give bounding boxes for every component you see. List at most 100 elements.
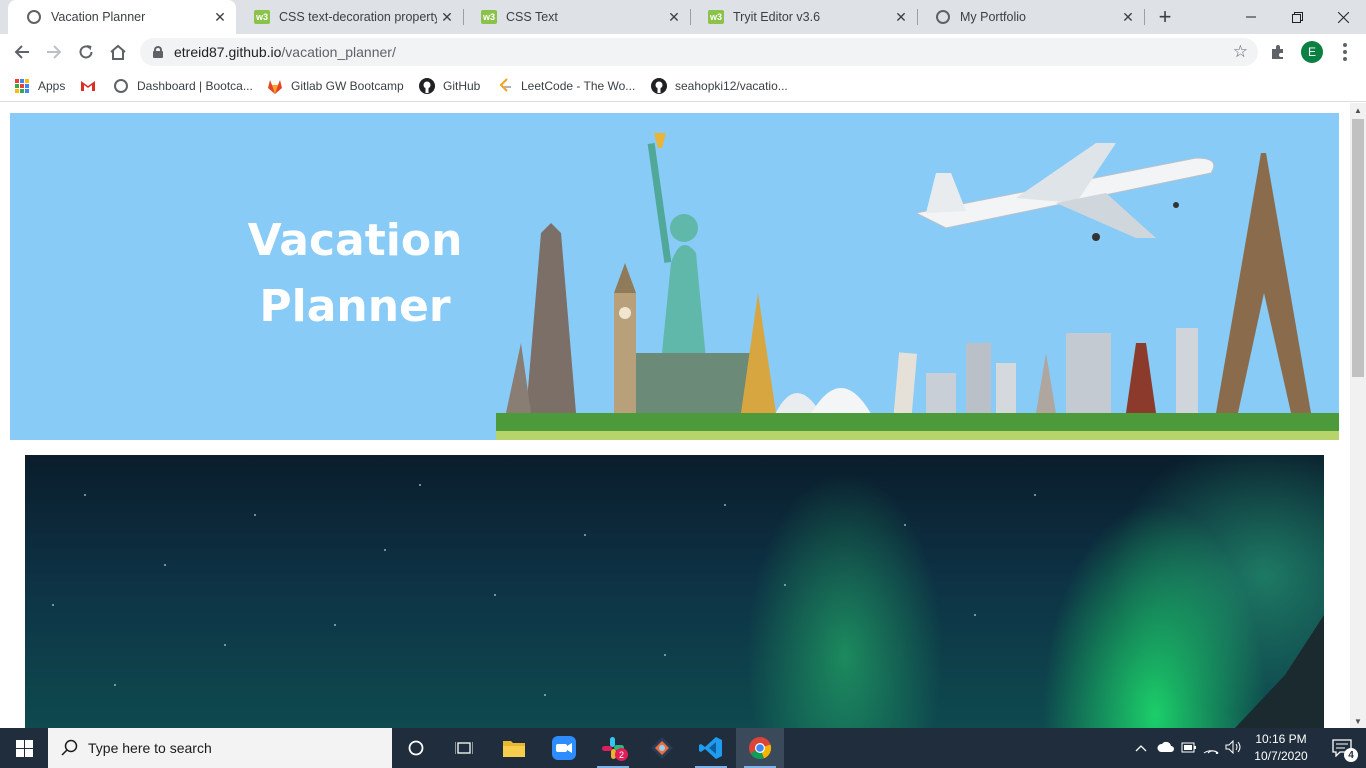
tab-title: My Portfolio: [960, 10, 1026, 24]
w3schools-icon: w3: [254, 10, 270, 24]
git-client-button[interactable]: [638, 728, 686, 768]
system-tray: [1133, 728, 1243, 768]
globe-icon: [113, 78, 129, 94]
gitlab-icon: [267, 78, 283, 94]
clock-date: 10/7/2020: [1254, 749, 1308, 763]
gmail-icon: [80, 78, 96, 94]
tab-my-portfolio[interactable]: My Portfolio ✕: [917, 0, 1144, 34]
slack-badge: 2: [615, 748, 628, 761]
apps-grid-icon: [14, 78, 30, 94]
bookmark-apps[interactable]: Apps: [14, 77, 65, 95]
browser-toolbar: etreid87.github.io/vacation_planner/ ☆ E: [0, 34, 1366, 70]
bookmark-dashboard[interactable]: Dashboard | Bootca...: [113, 77, 253, 95]
vscode-button[interactable]: [687, 728, 735, 768]
close-icon[interactable]: ✕: [664, 7, 684, 27]
bookmark-star-icon[interactable]: ☆: [1233, 42, 1248, 62]
volume-icon[interactable]: [1225, 739, 1243, 757]
scroll-up-icon[interactable]: ▲: [1350, 103, 1366, 117]
scroll-down-icon[interactable]: ▼: [1350, 714, 1366, 728]
restore-icon: [1291, 11, 1303, 23]
tab-vacation-planner[interactable]: Vacation Planner ✕: [8, 0, 236, 34]
w3schools-icon: w3: [708, 10, 724, 24]
close-icon[interactable]: ✕: [891, 7, 911, 27]
task-view-button[interactable]: [440, 728, 488, 768]
slack-button[interactable]: 2: [589, 728, 637, 768]
airplane-icon: [914, 143, 1215, 241]
reload-icon: [79, 45, 93, 59]
wifi-icon[interactable]: [1203, 740, 1219, 757]
taskbar-clock[interactable]: 10:16 PM 10/7/2020: [1248, 731, 1314, 765]
zoom-icon: [552, 736, 576, 760]
windows-taskbar: Type here to search 2 10:16 PM 10/7/2020…: [0, 728, 1366, 768]
minimize-button[interactable]: [1228, 0, 1274, 34]
home-button[interactable]: [104, 38, 132, 66]
tab-title: CSS text-decoration property: [279, 10, 437, 24]
tab-strip: Vacation Planner ✕ w3 CSS text-decoratio…: [0, 0, 1366, 34]
taskbar-search-box[interactable]: Type here to search: [48, 728, 392, 768]
minimize-icon: [1246, 16, 1256, 18]
notification-count-badge: 4: [1344, 748, 1358, 762]
tab-css-text-decoration[interactable]: w3 CSS text-decoration property ✕: [236, 0, 463, 34]
zoom-button[interactable]: [540, 728, 588, 768]
bookmark-leetcode[interactable]: LeetCode - The Wo...: [497, 77, 635, 95]
chrome-button[interactable]: [736, 728, 784, 768]
scrollbar-thumb[interactable]: [1352, 119, 1364, 377]
action-center-button[interactable]: 4: [1318, 728, 1366, 768]
search-icon: [61, 739, 78, 756]
hero-banner: Vacation Planner: [10, 113, 1339, 440]
hero-title: Vacation Planner: [235, 208, 475, 340]
close-icon: [1337, 11, 1349, 23]
folder-icon: [503, 741, 525, 757]
windows-logo-icon: [15, 739, 33, 757]
chevron-up-icon[interactable]: [1133, 741, 1149, 755]
restore-button[interactable]: [1274, 0, 1320, 34]
page-scrollbar[interactable]: ▲ ▼: [1350, 103, 1366, 728]
aurora-background-image: [25, 455, 1324, 728]
extensions-icon[interactable]: [1268, 42, 1288, 62]
github-icon: [651, 78, 667, 94]
close-icon[interactable]: ✕: [210, 7, 230, 27]
leetcode-icon: [497, 78, 513, 94]
github-icon: [419, 78, 435, 94]
close-window-button[interactable]: [1320, 0, 1366, 34]
bookmark-seahopki12[interactable]: seahopki12/vacatio...: [651, 77, 788, 95]
bookmark-gmail[interactable]: [80, 77, 104, 95]
bookmark-label: GitHub: [443, 79, 481, 93]
bookmark-label: Gitlab GW Bootcamp: [291, 79, 404, 93]
battery-icon[interactable]: [1181, 741, 1197, 756]
home-icon: [110, 44, 126, 60]
close-icon[interactable]: ✕: [437, 7, 457, 27]
bookmark-label: seahopki12/vacatio...: [675, 79, 788, 93]
back-button[interactable]: [8, 38, 36, 66]
reload-button[interactable]: [72, 38, 100, 66]
windows-start-button[interactable]: [0, 728, 48, 768]
cortana-circle-icon: [408, 740, 424, 756]
cortana-button[interactable]: [392, 728, 440, 768]
address-bar[interactable]: etreid87.github.io/vacation_planner/ ☆: [140, 38, 1258, 66]
hero-title-line1: Vacation: [247, 215, 463, 266]
bookmark-label: LeetCode - The Wo...: [521, 79, 636, 93]
profile-avatar[interactable]: E: [1301, 41, 1323, 63]
tab-tryit-editor[interactable]: w3 Tryit Editor v3.6 ✕: [690, 0, 917, 34]
globe-icon: [26, 9, 42, 25]
url-path: /vacation_planner/: [281, 44, 396, 60]
puzzle-icon: [1272, 45, 1283, 59]
new-tab-button[interactable]: +: [1152, 4, 1178, 30]
close-icon[interactable]: ✕: [1118, 7, 1138, 27]
bookmark-github[interactable]: GitHub: [419, 77, 480, 95]
onedrive-cloud-icon[interactable]: [1157, 741, 1175, 755]
arrow-right-icon: [47, 45, 62, 59]
page-viewport: Vacation Planner: [0, 103, 1350, 728]
bookmark-gitlab[interactable]: Gitlab GW Bootcamp: [267, 77, 404, 95]
globe-icon: [935, 9, 951, 25]
forward-button[interactable]: [40, 38, 68, 66]
url-domain: etreid87.github.io: [174, 44, 282, 60]
git-client-icon: [651, 737, 673, 759]
more-menu-icon[interactable]: [1335, 41, 1355, 63]
tab-css-text[interactable]: w3 CSS Text ✕: [463, 0, 690, 34]
file-explorer-button[interactable]: [490, 728, 538, 768]
chrome-icon: [749, 737, 772, 760]
arrow-left-icon: [14, 45, 29, 59]
bookmark-label: Apps: [38, 79, 66, 93]
lock-icon: [153, 46, 163, 58]
